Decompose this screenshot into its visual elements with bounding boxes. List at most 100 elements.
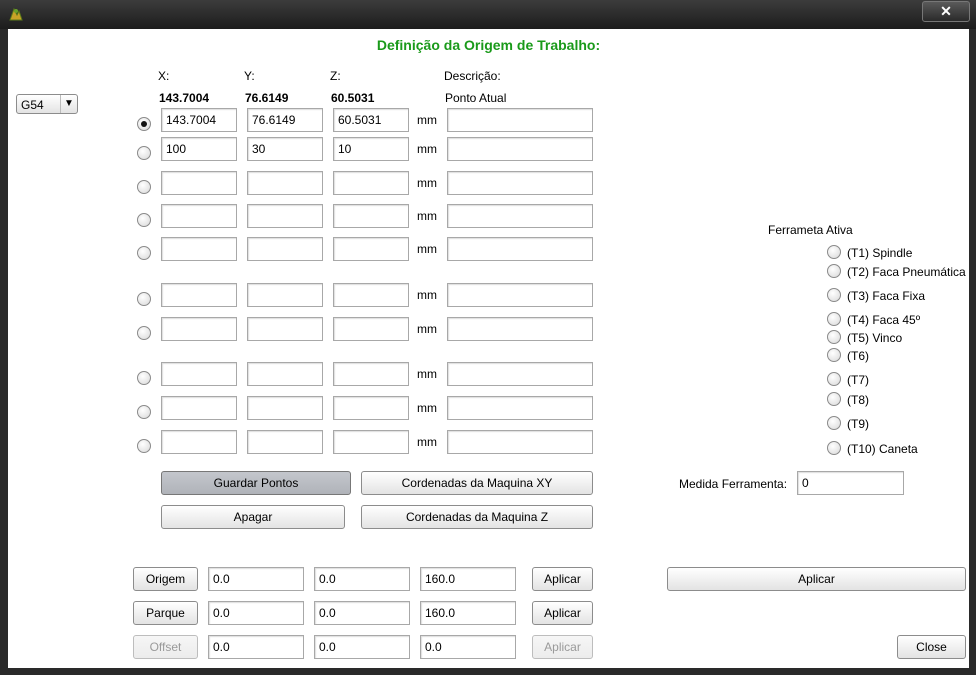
origem-apply-button[interactable]: Aplicar bbox=[532, 567, 593, 591]
parque-apply-button[interactable]: Aplicar bbox=[532, 601, 593, 625]
tool-label[interactable]: (T2) Faca Pneumática bbox=[847, 265, 966, 279]
point-desc-field[interactable] bbox=[447, 317, 593, 341]
chevron-down-icon[interactable]: ▼ bbox=[60, 95, 77, 113]
tool-radio[interactable] bbox=[827, 348, 841, 362]
point-y-field[interactable] bbox=[247, 317, 323, 341]
col-x-label: X: bbox=[158, 69, 170, 83]
point-desc-field[interactable] bbox=[447, 237, 593, 261]
machine-xy-button[interactable]: Cordenadas da Maquina XY bbox=[361, 471, 593, 495]
point-desc-field[interactable] bbox=[447, 137, 593, 161]
origem-y-field[interactable]: 0.0 bbox=[314, 567, 410, 591]
point-select-radio[interactable] bbox=[137, 405, 151, 419]
point-z-field[interactable] bbox=[333, 283, 409, 307]
close-button[interactable]: Close bbox=[897, 635, 966, 659]
point-y-field[interactable] bbox=[247, 430, 323, 454]
point-x-field[interactable] bbox=[161, 237, 237, 261]
point-x-field[interactable] bbox=[161, 430, 237, 454]
tool-label[interactable]: (T5) Vinco bbox=[847, 331, 902, 345]
point-desc-field[interactable] bbox=[447, 204, 593, 228]
point-select-radio[interactable] bbox=[137, 180, 151, 194]
tool-radio[interactable] bbox=[827, 392, 841, 406]
point-z-field[interactable] bbox=[333, 396, 409, 420]
tool-radio[interactable] bbox=[827, 312, 841, 326]
parque-button[interactable]: Parque bbox=[133, 601, 198, 625]
point-z-field[interactable] bbox=[333, 362, 409, 386]
point-desc-field[interactable] bbox=[447, 362, 593, 386]
point-select-radio[interactable] bbox=[137, 246, 151, 260]
tool-radio[interactable] bbox=[827, 441, 841, 455]
page-title: Definição da Origem de Trabalho: bbox=[376, 37, 601, 53]
tool-apply-button[interactable]: Aplicar bbox=[667, 567, 966, 591]
origem-z-field[interactable]: 160.0 bbox=[420, 567, 516, 591]
point-desc-field[interactable] bbox=[447, 108, 593, 132]
point-desc-field[interactable] bbox=[447, 171, 593, 195]
tool-radio[interactable] bbox=[827, 245, 841, 259]
point-select-radio[interactable] bbox=[137, 292, 151, 306]
tool-measure-field[interactable]: 0 bbox=[797, 471, 904, 495]
offset-z-field[interactable]: 0.0 bbox=[420, 635, 516, 659]
point-x-field[interactable] bbox=[161, 204, 237, 228]
offset-apply-button[interactable]: Aplicar bbox=[532, 635, 593, 659]
point-y-field[interactable]: 76.6149 bbox=[247, 108, 323, 132]
tool-label[interactable]: (T1) Spindle bbox=[847, 246, 912, 260]
point-select-radio[interactable] bbox=[137, 117, 151, 131]
offset-y-field[interactable]: 0.0 bbox=[314, 635, 410, 659]
unit-label: mm bbox=[417, 113, 437, 127]
tool-radio[interactable] bbox=[827, 372, 841, 386]
tool-radio[interactable] bbox=[827, 330, 841, 344]
parque-z-field[interactable]: 160.0 bbox=[420, 601, 516, 625]
unit-label: mm bbox=[417, 288, 437, 302]
point-z-field[interactable] bbox=[333, 317, 409, 341]
tool-label[interactable]: (T8) bbox=[847, 393, 869, 407]
tool-label[interactable]: (T9) bbox=[847, 417, 869, 431]
point-y-field[interactable] bbox=[247, 204, 323, 228]
window-close-button[interactable]: ✕ bbox=[922, 1, 970, 22]
point-select-radio[interactable] bbox=[137, 439, 151, 453]
tool-label[interactable]: (T6) bbox=[847, 349, 869, 363]
point-select-radio[interactable] bbox=[137, 326, 151, 340]
tool-radio[interactable] bbox=[827, 416, 841, 430]
point-y-field[interactable] bbox=[247, 171, 323, 195]
tool-radio[interactable] bbox=[827, 288, 841, 302]
point-y-field[interactable] bbox=[247, 396, 323, 420]
parque-y-field[interactable]: 0.0 bbox=[314, 601, 410, 625]
point-y-field[interactable] bbox=[247, 237, 323, 261]
point-y-field[interactable]: 30 bbox=[247, 137, 323, 161]
offset-button[interactable]: Offset bbox=[133, 635, 198, 659]
point-desc-field[interactable] bbox=[447, 430, 593, 454]
tool-label[interactable]: (T4) Faca 45º bbox=[847, 313, 920, 327]
offset-x-field[interactable]: 0.0 bbox=[208, 635, 304, 659]
point-select-radio[interactable] bbox=[137, 213, 151, 227]
point-y-field[interactable] bbox=[247, 362, 323, 386]
tool-label[interactable]: (T7) bbox=[847, 373, 869, 387]
point-z-field[interactable]: 60.5031 bbox=[333, 108, 409, 132]
origem-button[interactable]: Origem bbox=[133, 567, 198, 591]
point-z-field[interactable] bbox=[333, 171, 409, 195]
work-offset-select[interactable]: G54 ▼ bbox=[16, 94, 78, 114]
point-z-field[interactable] bbox=[333, 430, 409, 454]
point-z-field[interactable]: 10 bbox=[333, 137, 409, 161]
tool-radio[interactable] bbox=[827, 264, 841, 278]
point-desc-field[interactable] bbox=[447, 396, 593, 420]
point-select-radio[interactable] bbox=[137, 371, 151, 385]
tool-label[interactable]: (T10) Caneta bbox=[847, 442, 918, 456]
point-desc-field[interactable] bbox=[447, 283, 593, 307]
point-z-field[interactable] bbox=[333, 237, 409, 261]
point-x-field[interactable] bbox=[161, 171, 237, 195]
point-z-field[interactable] bbox=[333, 204, 409, 228]
point-y-field[interactable] bbox=[247, 283, 323, 307]
point-x-field[interactable] bbox=[161, 362, 237, 386]
machine-z-button[interactable]: Cordenadas da Maquina Z bbox=[361, 505, 593, 529]
origem-x-field[interactable]: 0.0 bbox=[208, 567, 304, 591]
parque-x-field[interactable]: 0.0 bbox=[208, 601, 304, 625]
point-select-radio[interactable] bbox=[137, 146, 151, 160]
point-x-field[interactable] bbox=[161, 283, 237, 307]
point-x-field[interactable] bbox=[161, 317, 237, 341]
delete-button[interactable]: Apagar bbox=[161, 505, 345, 529]
save-points-button[interactable]: Guardar Pontos bbox=[161, 471, 351, 495]
point-x-field[interactable]: 143.7004 bbox=[161, 108, 237, 132]
title-bar[interactable]: ✕ bbox=[0, 0, 976, 29]
tool-label[interactable]: (T3) Faca Fixa bbox=[847, 289, 925, 303]
point-x-field[interactable]: 100 bbox=[161, 137, 237, 161]
point-x-field[interactable] bbox=[161, 396, 237, 420]
